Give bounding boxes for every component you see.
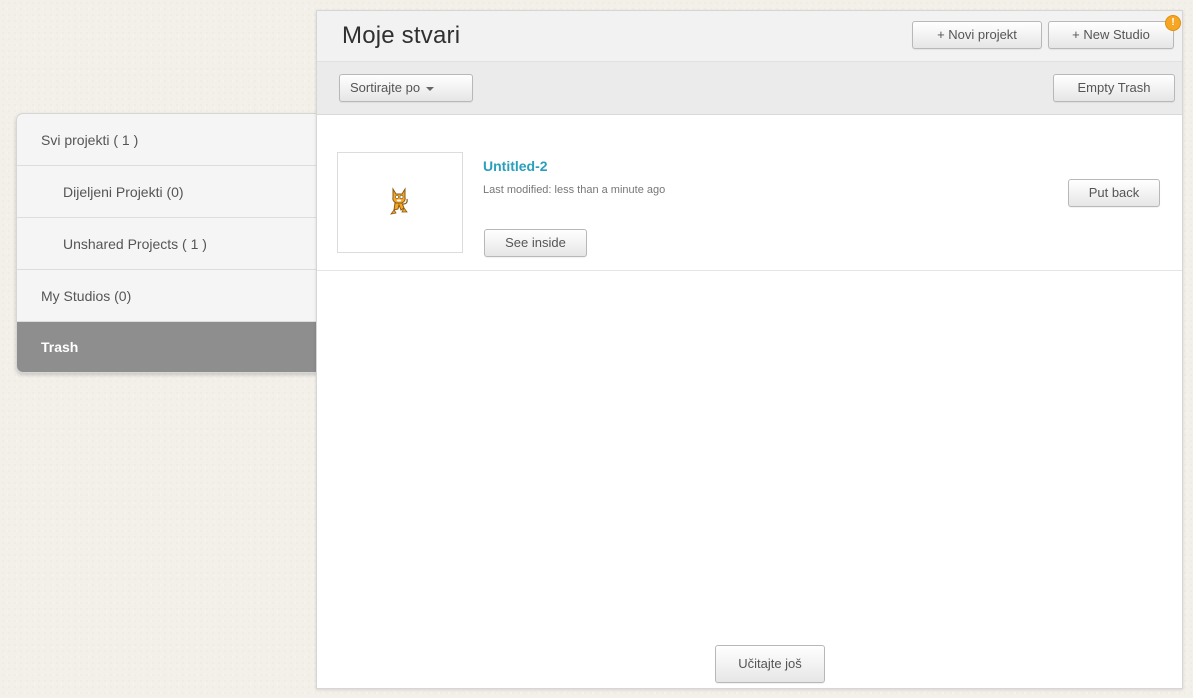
new-studio-button[interactable]: + New Studio: [1048, 21, 1174, 49]
new-project-button[interactable]: + Novi projekt: [912, 21, 1042, 49]
see-inside-button[interactable]: See inside: [484, 229, 587, 257]
main-panel: Moje stvari + Novi projekt + New Studio …: [316, 10, 1183, 689]
toolbar: Sortirajte po Empty Trash: [317, 62, 1182, 115]
project-thumbnail[interactable]: [337, 152, 463, 253]
sidebar: Svi projekti ( 1 ) Dijeljeni Projekti (0…: [16, 113, 317, 373]
project-title-link[interactable]: Untitled-2: [483, 158, 548, 174]
scratch-cat-icon: [390, 187, 408, 215]
sort-label: Sortirajte po: [350, 80, 421, 95]
page-header: Moje stvari + Novi projekt + New Studio …: [317, 11, 1182, 62]
sort-dropdown[interactable]: Sortirajte po: [339, 74, 473, 102]
sidebar-item-shared-projects[interactable]: Dijeljeni Projekti (0): [17, 166, 317, 218]
sidebar-item-unshared-projects[interactable]: Unshared Projects ( 1 ): [17, 218, 317, 270]
empty-trash-button[interactable]: Empty Trash: [1053, 74, 1175, 102]
sidebar-item-my-studios[interactable]: My Studios (0): [17, 270, 317, 322]
sidebar-item-all-projects[interactable]: Svi projekti ( 1 ): [17, 114, 317, 166]
project-modified-text: Last modified: less than a minute ago: [483, 184, 666, 196]
page-title: Moje stvari: [342, 22, 461, 49]
sidebar-item-trash[interactable]: Trash: [17, 322, 317, 372]
project-row: Untitled-2 Last modified: less than a mi…: [317, 115, 1182, 271]
alert-badge-icon[interactable]: !: [1165, 15, 1181, 31]
put-back-button[interactable]: Put back: [1068, 179, 1160, 207]
chevron-down-icon: [426, 86, 435, 91]
load-more-button[interactable]: Učitajte još: [715, 645, 825, 683]
